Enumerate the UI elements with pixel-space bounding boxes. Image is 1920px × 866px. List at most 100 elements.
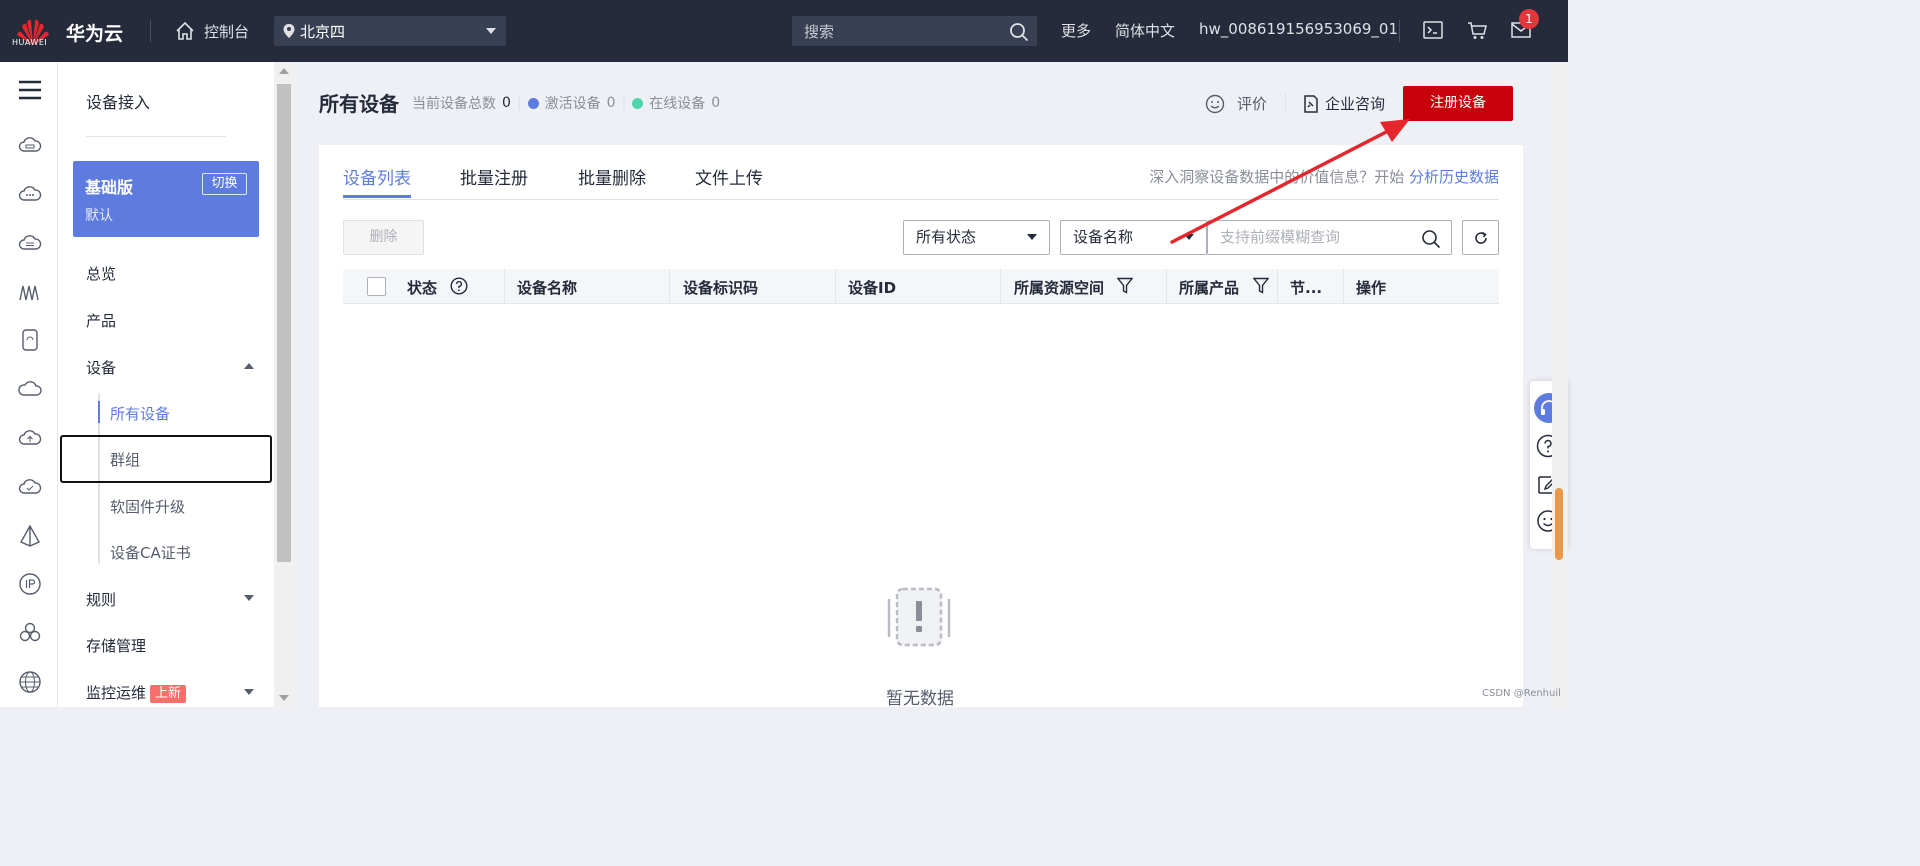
sidebar-scrollbar[interactable] (274, 62, 294, 707)
cloud-dots-icon[interactable] (18, 182, 42, 206)
tab-file-upload[interactable]: 文件上传 (695, 164, 763, 189)
scrollbar-thumb[interactable] (1555, 488, 1563, 560)
region-select[interactable]: 北京四 (274, 16, 506, 46)
cart-icon[interactable] (1467, 21, 1488, 40)
pyramid-icon[interactable] (18, 524, 42, 548)
divider: | (621, 95, 627, 111)
chevron-down-icon[interactable] (244, 689, 254, 695)
more-menu[interactable]: 更多 (1061, 20, 1091, 41)
watermark: CSDN @Renhuil (1482, 688, 1561, 699)
device-stats: 当前设备总数 0 | 激活设备 0 | 在线设备 0 (412, 93, 720, 113)
column-divider (1000, 269, 1001, 304)
chevron-down-icon[interactable] (244, 595, 254, 601)
column-header-device-id[interactable]: 设备ID (848, 277, 896, 298)
chevron-up-icon[interactable] (244, 363, 254, 369)
divider (86, 136, 226, 137)
sidebar-item-devices[interactable]: 设备 (86, 357, 116, 378)
total-count: 0 (502, 95, 511, 111)
menu-icon[interactable] (18, 78, 42, 102)
online-count: 0 (711, 95, 721, 111)
select-all-checkbox[interactable] (367, 277, 386, 296)
globe-icon[interactable] (18, 670, 42, 694)
cloud-server-icon[interactable] (18, 133, 42, 157)
column-header-device-identifier[interactable]: 设备标识码 (683, 277, 758, 298)
instance-card[interactable]: 基础版 默认 切换 (73, 161, 259, 237)
home-icon (176, 21, 194, 40)
sidebar-item-rules[interactable]: 规则 (86, 589, 116, 610)
column-divider (835, 269, 836, 304)
top-bar: HUAWEI 华为云 控制台 北京四 搜索 更多 简体中文 hw_0086191… (0, 0, 1568, 62)
active-tab-indicator (343, 195, 411, 198)
chevron-down-icon (486, 28, 496, 34)
annotation-highlight-box (60, 435, 272, 483)
language-menu[interactable]: 简体中文 (1115, 20, 1175, 41)
cloud-monitor-icon[interactable] (18, 475, 42, 499)
status-filter-value: 所有状态 (916, 228, 977, 246)
service-icon-rail (0, 62, 58, 707)
tab-device-list[interactable]: 设备列表 (343, 164, 411, 189)
region-label: 北京四 (300, 22, 346, 41)
cloud-icon[interactable] (18, 377, 42, 401)
brand-name[interactable]: 华为云 (66, 19, 123, 46)
ip-icon[interactable] (18, 572, 42, 596)
console-link[interactable]: 控制台 (174, 18, 249, 44)
annotation-arrow-icon (1170, 119, 1410, 244)
column-header-product[interactable]: 所属产品 (1179, 277, 1239, 298)
switch-instance-button[interactable]: 切换 (202, 173, 247, 195)
help-icon[interactable] (450, 277, 468, 295)
sidebar-item-all-devices[interactable]: 所有设备 (110, 403, 170, 424)
mail-badge: 1 (1519, 9, 1539, 29)
sidebar-item-overview[interactable]: 总览 (86, 263, 116, 284)
sidebar-item-label: 监控运维 (86, 684, 147, 702)
filter-icon[interactable] (1117, 277, 1133, 294)
user-account-menu[interactable]: hw_008619156953069_01 (1199, 20, 1398, 38)
scroll-down-arrow[interactable] (279, 695, 289, 701)
scroll-up-arrow[interactable] (279, 68, 289, 74)
tab-batch-register[interactable]: 批量注册 (460, 164, 528, 189)
refresh-button[interactable] (1462, 220, 1499, 255)
column-divider (669, 269, 670, 304)
column-header-resource-space[interactable]: 所属资源空间 (1014, 277, 1104, 298)
sidebar-item-products[interactable]: 产品 (86, 310, 116, 331)
sidebar-item-storage[interactable]: 存储管理 (86, 635, 146, 656)
online-label: 在线设备 (649, 96, 706, 112)
sidebar-item-firmware-upgrade[interactable]: 软固件升级 (110, 496, 185, 517)
table-header: 状态 设备名称 设备标识码 设备ID 所属资源空间 所属产品 节... 操作 (343, 269, 1499, 304)
sidebar-item-monitoring[interactable]: 监控运维 上新 (86, 682, 187, 703)
cloud-storage-icon[interactable] (18, 231, 42, 255)
chevron-down-icon (1027, 234, 1037, 240)
filter-icon[interactable] (1253, 277, 1269, 294)
search-field-value: 设备名称 (1073, 228, 1134, 246)
status-filter-select[interactable]: 所有状态 (903, 220, 1050, 255)
logo-text: HUAWEI (12, 38, 48, 47)
sidebar: 设备接入 基础版 默认 切换 总览 产品 设备 所有设备 群组 软固件升级 设备… (58, 62, 274, 707)
total-label: 当前设备总数 (412, 96, 496, 112)
scrollbar-thumb[interactable] (277, 84, 291, 562)
column-header-status[interactable]: 状态 (407, 277, 437, 298)
sidebar-item-groups[interactable]: 群组 (110, 449, 140, 470)
device-icon[interactable] (18, 328, 42, 352)
cloud-upload-icon[interactable] (18, 426, 42, 450)
cluster-icon[interactable] (18, 621, 42, 645)
column-divider (1277, 269, 1278, 304)
terminal-icon[interactable] (1423, 21, 1443, 39)
delete-button[interactable]: 删除 (343, 220, 424, 255)
column-header-node[interactable]: 节... (1290, 277, 1322, 298)
page-title: 所有设备 (319, 92, 399, 116)
page-scrollbar[interactable] (1552, 62, 1568, 707)
wave-icon[interactable] (18, 280, 42, 304)
divider: | (516, 95, 522, 111)
global-search-input[interactable]: 搜索 (792, 16, 1037, 46)
divider (150, 20, 151, 42)
column-divider (504, 269, 505, 304)
online-dot-icon (632, 97, 644, 109)
search-icon[interactable] (1009, 22, 1029, 42)
sidebar-title: 设备接入 (86, 93, 151, 112)
active-count: 0 (606, 95, 616, 111)
location-pin-icon (283, 24, 295, 38)
sidebar-item-device-ca-cert[interactable]: 设备CA证书 (110, 542, 191, 563)
empty-state-text: 暂无数据 (886, 689, 954, 709)
column-header-device-name[interactable]: 设备名称 (517, 277, 577, 298)
search-placeholder: 搜索 (804, 22, 835, 41)
tab-batch-delete[interactable]: 批量删除 (578, 164, 646, 189)
